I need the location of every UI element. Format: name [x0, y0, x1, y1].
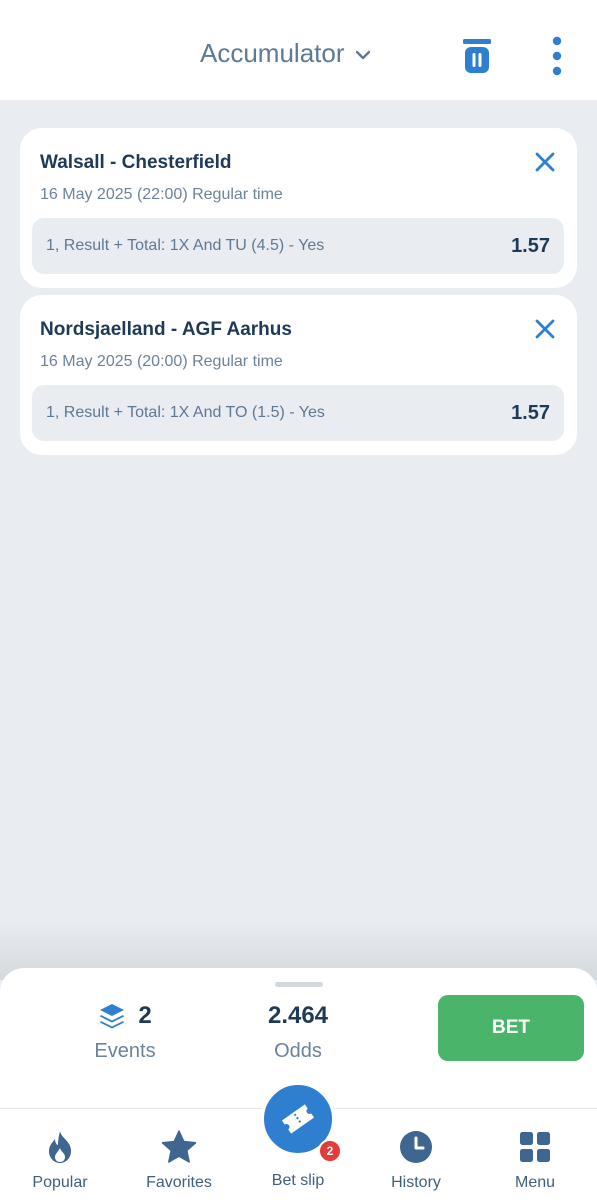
trash-icon[interactable]: [462, 38, 492, 74]
drag-handle[interactable]: [275, 982, 323, 987]
bet-selection[interactable]: 1, Result + Total: 1X And TO (1.5) - Yes…: [32, 385, 564, 441]
nav-menu[interactable]: Menu: [475, 1130, 595, 1192]
market-label: 1, Result + Total: 1X And TU (4.5) - Yes: [46, 237, 325, 254]
star-icon: [161, 1130, 197, 1163]
match-date: 16 May 2025 (20:00) Regular time: [40, 353, 283, 370]
odds-stat: 2.464 Odds: [238, 1002, 358, 1063]
bet-card: Walsall - Chesterfield 16 May 2025 (22:0…: [20, 128, 577, 288]
bet-type-selector[interactable]: Accumulator: [200, 38, 371, 69]
grid-icon: [520, 1132, 550, 1162]
close-icon[interactable]: [533, 150, 557, 174]
match-date: 16 May 2025 (22:00) Regular time: [40, 186, 283, 203]
more-vertical-icon[interactable]: [548, 36, 566, 76]
nav-popular[interactable]: Popular: [0, 1130, 120, 1192]
header: Accumulator: [0, 0, 597, 100]
nav-label: Popular: [32, 1174, 88, 1191]
flame-icon: [49, 1131, 71, 1163]
chevron-down-icon: [355, 50, 370, 59]
close-icon[interactable]: [533, 317, 557, 341]
total-odds: 2.464: [267, 1002, 329, 1029]
nav-label: Bet slip: [271, 1172, 325, 1189]
layers-icon: [100, 1004, 125, 1029]
bet-selection[interactable]: 1, Result + Total: 1X And TU (4.5) - Yes…: [32, 218, 564, 274]
match-title: Nordsjaelland - AGF Aarhus: [40, 319, 292, 340]
odds-label: Odds: [274, 1040, 322, 1062]
nav-favorites[interactable]: Favorites: [119, 1130, 239, 1192]
ticket-icon: [281, 1104, 315, 1134]
nav-bet-slip[interactable]: Bet slip: [238, 1172, 358, 1190]
nav-history[interactable]: History: [356, 1130, 476, 1192]
match-title: Walsall - Chesterfield: [40, 152, 232, 173]
nav-label: Favorites: [146, 1174, 212, 1191]
nav-label: Menu: [514, 1174, 556, 1191]
selection-odd: 1.57: [511, 402, 550, 424]
bet-slip-screen: Accumulator Walsall - Chesterfield 16 Ma…: [0, 0, 597, 1200]
events-stat: 2 Events: [70, 1002, 180, 1063]
bet-card: Nordsjaelland - AGF Aarhus 16 May 2025 (…: [20, 295, 577, 455]
events-label: Events: [94, 1040, 156, 1062]
bet-type-label: Accumulator: [200, 38, 345, 68]
bet-button[interactable]: BET: [438, 995, 584, 1061]
bet-slip-badge: 2: [318, 1139, 342, 1163]
selection-odd: 1.57: [511, 235, 550, 257]
market-label: 1, Result + Total: 1X And TO (1.5) - Yes: [46, 404, 325, 421]
events-count: 2: [138, 1002, 152, 1029]
nav-label: History: [391, 1174, 441, 1191]
clock-icon: [400, 1131, 432, 1163]
